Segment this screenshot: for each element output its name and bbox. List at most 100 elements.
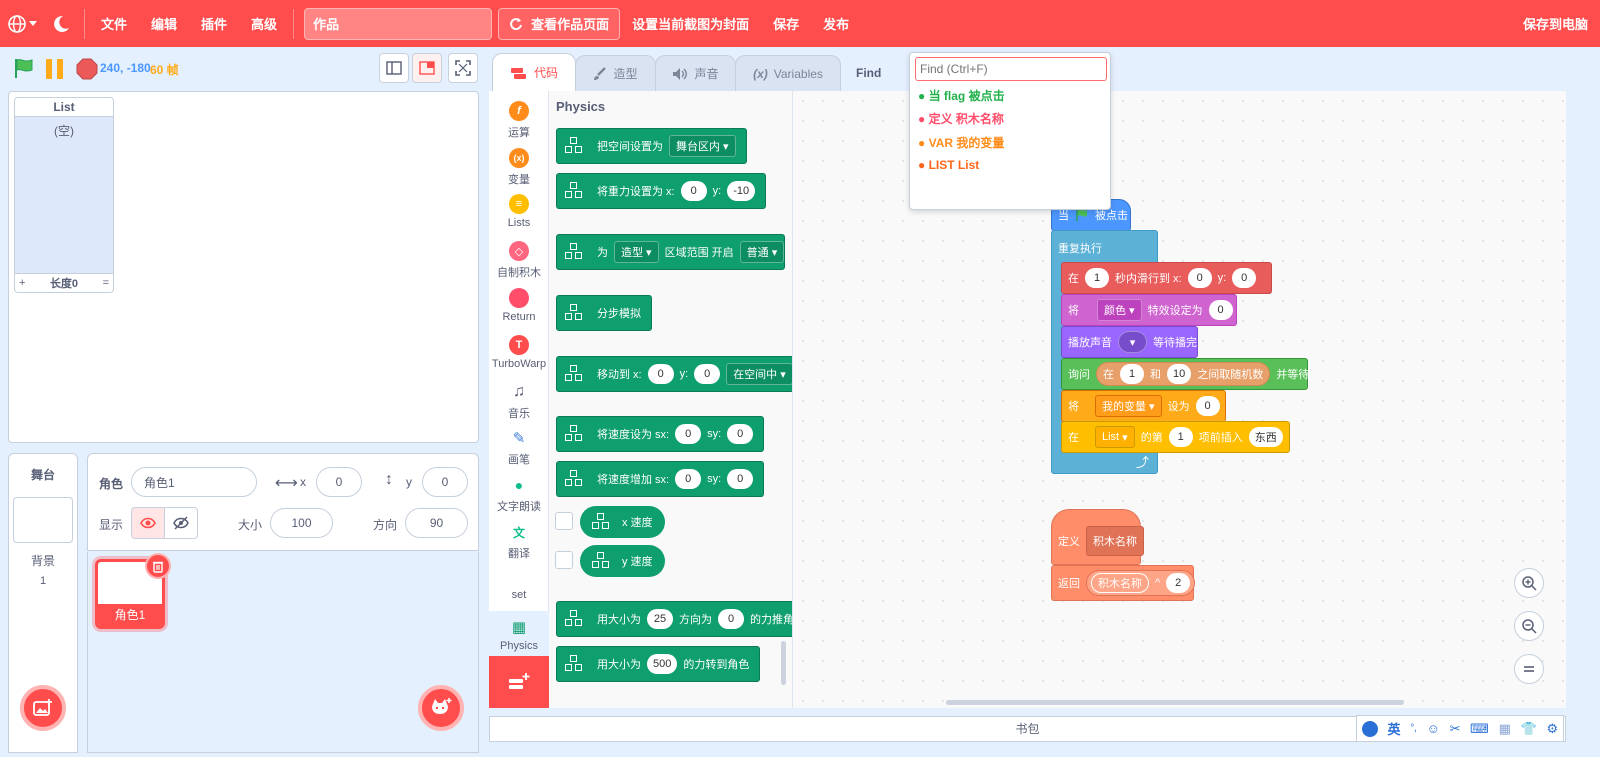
- reporter-y-velocity[interactable]: y 速度: [580, 545, 665, 577]
- sprite-name-input[interactable]: 角色1: [131, 467, 257, 497]
- keyboard-icon[interactable]: ⌨: [1470, 721, 1489, 737]
- mode-dropdown[interactable]: 普通 ▾: [739, 241, 785, 263]
- block-step-simulation[interactable]: 分步模拟: [556, 295, 652, 331]
- category-lists[interactable]: ≡ Lists: [489, 194, 549, 229]
- stop-button[interactable]: [76, 58, 98, 80]
- block-power-reporter[interactable]: 积木名称 ^ 2: [1086, 570, 1196, 596]
- show-hidden-button[interactable]: [164, 507, 198, 539]
- save-button[interactable]: 保存: [761, 14, 811, 33]
- see-project-button[interactable]: 查看作品页面: [498, 7, 621, 40]
- block-set-variable[interactable]: 将 我的变量 ▾ 设为 0: [1061, 390, 1226, 422]
- block-torque[interactable]: 用大小为 500 的力转到角色: [556, 646, 761, 682]
- find-input[interactable]: [915, 57, 1107, 81]
- list-monitor[interactable]: List (空) + 长度0 =: [14, 97, 114, 293]
- menu-edit[interactable]: 编辑: [139, 14, 189, 33]
- show-visible-button[interactable]: [131, 507, 165, 539]
- block-define[interactable]: 定义 积木名称: [1051, 509, 1144, 565]
- category-return[interactable]: Return: [489, 288, 549, 323]
- block-change-velocity[interactable]: 将速度增加 sx: 0 sy: 0: [556, 461, 765, 497]
- menu-file[interactable]: 文件: [89, 14, 139, 33]
- zoom-in-button[interactable]: [1514, 568, 1544, 598]
- block-set-gravity[interactable]: 将重力设置为 x: 0 y: -10: [556, 173, 767, 209]
- find-result-list[interactable]: ● LIST List: [918, 158, 979, 172]
- sprite-size-input[interactable]: 100: [270, 508, 333, 538]
- block-random-reporter[interactable]: 在 1 和 10 之间取随机数: [1096, 362, 1271, 386]
- category-operators[interactable]: f 运算: [489, 101, 549, 140]
- category-turbowarp[interactable]: T TurboWarp: [489, 335, 549, 370]
- add-backdrop-button[interactable]: [20, 685, 66, 731]
- return-name-reporter[interactable]: 积木名称: [1091, 573, 1149, 593]
- effect-value-input[interactable]: 0: [1208, 300, 1233, 320]
- random-to-input[interactable]: 10: [1167, 364, 1192, 384]
- find-label[interactable]: Find: [856, 66, 881, 80]
- gravity-y-input[interactable]: -10: [727, 181, 756, 201]
- list-dropdown[interactable]: List ▾: [1095, 426, 1135, 448]
- user-icon[interactable]: [1361, 720, 1378, 737]
- shirt-icon[interactable]: 👕: [1521, 721, 1537, 737]
- sprite-x-input[interactable]: 0: [316, 467, 362, 497]
- tab-costumes[interactable]: 造型: [575, 55, 656, 91]
- block-enable-region[interactable]: 为 造型 ▾ 区域范围 开启 普通 ▾: [556, 234, 786, 270]
- glide-secs-input[interactable]: 1: [1085, 268, 1109, 288]
- project-title-input[interactable]: 作品: [304, 7, 493, 40]
- fullscreen-button[interactable]: [448, 53, 478, 83]
- velocity-sx-input[interactable]: 0: [675, 424, 702, 444]
- force-direction-input[interactable]: 0: [718, 609, 744, 629]
- category-my-blocks[interactable]: ◇ 自制积木: [489, 241, 549, 280]
- change-sy-input[interactable]: 0: [727, 469, 754, 489]
- category-text-to-speech[interactable]: ● 文字朗读: [489, 475, 549, 514]
- list-add-button[interactable]: +: [19, 277, 25, 289]
- change-sx-input[interactable]: 0: [675, 469, 702, 489]
- palette-scrollbar[interactable]: [781, 641, 786, 685]
- gravity-x-input[interactable]: 0: [680, 181, 707, 201]
- category-physics[interactable]: ▦ Physics: [489, 611, 549, 656]
- block-push-force[interactable]: 用大小为 25 方向为 0 的力推角: [556, 601, 792, 637]
- publish-button[interactable]: 发布: [811, 14, 861, 33]
- random-from-input[interactable]: 1: [1120, 364, 1144, 384]
- zoom-reset-button[interactable]: [1514, 654, 1544, 684]
- define-name-slot[interactable]: 积木名称: [1086, 526, 1144, 556]
- find-result-flag[interactable]: ● 当 flag 被点击: [918, 87, 1005, 104]
- force-size-input[interactable]: 25: [647, 609, 673, 629]
- list-resize-handle[interactable]: =: [103, 277, 109, 289]
- sound-dropdown[interactable]: ▾: [1118, 331, 1147, 353]
- variable-dropdown[interactable]: 我的变量 ▾: [1095, 395, 1162, 417]
- add-sprite-button[interactable]: [418, 685, 464, 731]
- x-velocity-checkbox[interactable]: [555, 512, 573, 530]
- green-flag-button[interactable]: [12, 57, 36, 79]
- menu-addons[interactable]: 插件: [189, 14, 239, 33]
- sprite-y-input[interactable]: 0: [422, 467, 468, 497]
- space-dropdown[interactable]: 舞台区内 ▾: [669, 135, 736, 157]
- ime-lang[interactable]: 英: [1388, 719, 1401, 738]
- list-index-input[interactable]: 1: [1168, 427, 1193, 447]
- list-item-input[interactable]: 东西: [1248, 427, 1283, 447]
- stage-thumbnail[interactable]: [13, 497, 73, 543]
- torque-size-input[interactable]: 500: [647, 654, 678, 674]
- block-set-velocity[interactable]: 将速度设为 sx: 0 sy: 0: [556, 416, 765, 452]
- block-glide-to[interactable]: 在 1 秒内滑行到 x: 0 y: 0: [1061, 262, 1272, 294]
- pause-button[interactable]: [44, 58, 66, 80]
- category-translate[interactable]: 文翻译: [489, 522, 549, 561]
- velocity-sy-input[interactable]: 0: [727, 424, 754, 444]
- save-to-computer-button[interactable]: 保存到电脑: [1511, 14, 1600, 33]
- set-cover-button[interactable]: 设置当前截图为封面: [620, 14, 761, 33]
- menu-advanced[interactable]: 高级: [239, 14, 289, 33]
- block-ask-and-wait[interactable]: 询问 在 1 和 10 之间取随机数 并等待: [1061, 358, 1309, 390]
- zoom-out-button[interactable]: [1514, 611, 1544, 641]
- add-extension-button[interactable]: [489, 656, 549, 708]
- move-y-input[interactable]: 0: [694, 364, 721, 384]
- tab-code[interactable]: 代码: [492, 53, 576, 91]
- settings-gear-icon[interactable]: ⚙: [1546, 721, 1558, 737]
- theme-moon-icon[interactable]: [44, 15, 80, 33]
- workspace-scrollbar[interactable]: [946, 700, 1404, 705]
- space-mode-dropdown[interactable]: 在空间中 ▾: [726, 363, 792, 385]
- globe-icon[interactable]: [0, 14, 44, 34]
- block-play-sound-until-done[interactable]: 播放声音 ▾ 等待播完: [1061, 326, 1198, 358]
- glide-y-input[interactable]: 0: [1232, 268, 1257, 288]
- tab-sounds[interactable]: 声音: [655, 55, 736, 91]
- effect-dropdown[interactable]: 颜色 ▾: [1097, 299, 1142, 321]
- category-set[interactable]: set: [489, 589, 549, 601]
- ime-punct[interactable]: °,: [1410, 723, 1417, 734]
- find-result-define[interactable]: ● 定义 积木名称: [918, 110, 1004, 127]
- grid-icon[interactable]: ▦: [1499, 721, 1511, 737]
